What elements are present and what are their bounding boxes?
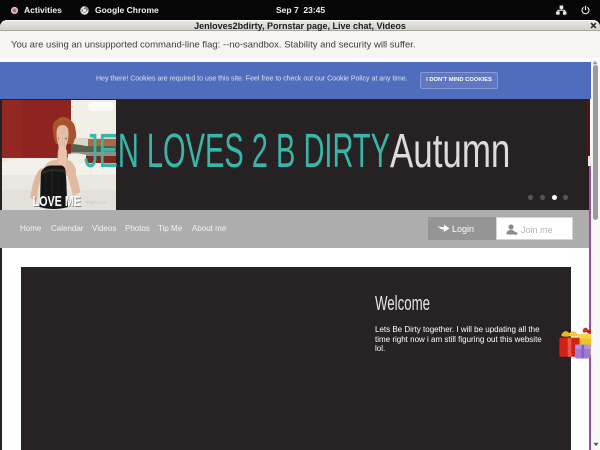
svg-text:#NIPLILIA: #NIPLILIA	[86, 200, 107, 205]
svg-text:LOVE ME: LOVE ME	[33, 192, 82, 209]
